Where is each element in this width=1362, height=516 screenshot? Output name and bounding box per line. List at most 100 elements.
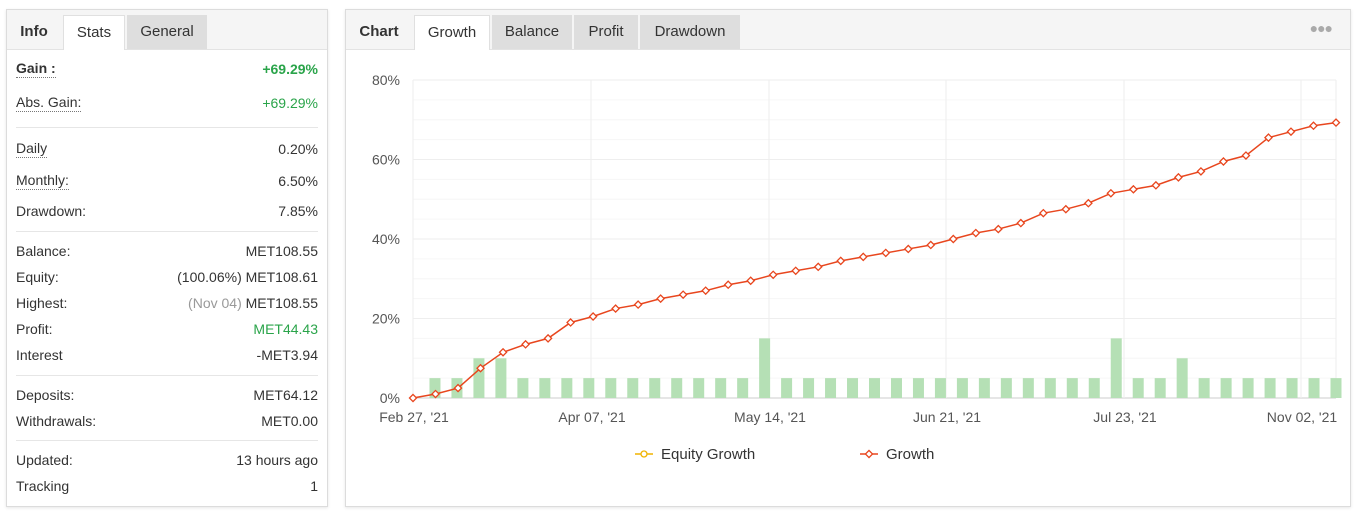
x-tick-label: Nov 02, '21: [1267, 409, 1338, 425]
bar-mark: [1176, 358, 1188, 398]
stat-row-tracking: Tracking 1: [16, 475, 318, 497]
bar-mark: [1000, 378, 1012, 398]
tab-info[interactable]: Info: [7, 15, 61, 49]
bar-mark: [1154, 378, 1166, 398]
bar-mark: [1066, 378, 1078, 398]
equity-value: MET108.61: [245, 269, 318, 285]
bar-mark: [671, 378, 683, 398]
tab-chart[interactable]: Chart: [346, 15, 412, 49]
growth-point: [1128, 184, 1138, 194]
growth-point: [1151, 180, 1161, 190]
legend-equity-swatch-marker: [640, 450, 648, 458]
bar-mark: [869, 378, 880, 398]
bar-mark: [1044, 378, 1056, 398]
equity-note: (100.06%): [177, 269, 242, 285]
bar-mark: [627, 378, 639, 398]
bar-mark: [1088, 378, 1100, 398]
drawdown-label: Drawdown:: [16, 203, 87, 219]
bar-mark: [561, 378, 573, 398]
tab-growth[interactable]: Growth: [414, 15, 490, 50]
bar-mark: [1132, 378, 1144, 398]
highest-label: Highest:: [16, 295, 68, 311]
gain-label[interactable]: Gain :: [16, 60, 56, 78]
growth-point: [408, 393, 418, 403]
abs-gain-label[interactable]: Abs. Gain:: [16, 94, 82, 112]
stat-row-drawdown: Drawdown: 7.85%: [16, 200, 318, 222]
stat-row-gain: Gain : +69.29%: [16, 58, 318, 80]
bar-mark: [847, 378, 859, 398]
drawdown-value: 7.85%: [278, 203, 318, 219]
highest-value-group: (Nov 04) MET108.55: [188, 292, 318, 314]
legend-growth-label: Growth: [886, 446, 934, 463]
profit-value: MET44.43: [253, 321, 318, 337]
tab-general[interactable]: General: [127, 15, 207, 49]
tab-drawdown[interactable]: Drawdown: [640, 15, 740, 49]
tab-balance[interactable]: Balance: [492, 15, 572, 49]
stat-row-abs-gain: Abs. Gain: +69.29%: [16, 92, 318, 114]
growth-point: [813, 262, 823, 272]
interest-label: Interest: [16, 347, 63, 363]
growth-point: [521, 339, 531, 349]
bar-mark: [473, 358, 485, 398]
growth-point: [1106, 188, 1116, 198]
tab-profit[interactable]: Profit: [574, 15, 638, 49]
bar-mark: [693, 378, 705, 398]
growth-point: [1083, 198, 1093, 208]
bar-mark: [759, 338, 771, 398]
bar-mark: [605, 378, 617, 398]
equity-value-group: (100.06%) MET108.61: [177, 266, 318, 288]
tab-stats[interactable]: Stats: [63, 15, 125, 50]
daily-label[interactable]: Daily: [16, 140, 48, 158]
stat-row-equity: Equity: (100.06%) MET108.61: [16, 266, 318, 288]
bar-mark: [715, 378, 727, 398]
divider: [16, 440, 318, 441]
stats-tabbar: Info Stats General: [7, 10, 327, 50]
growth-point: [1038, 208, 1048, 218]
growth-series-line: [412, 121, 1337, 399]
chart-panel: Chart Growth Balance Profit Drawdown ●●●…: [345, 9, 1351, 507]
deposits-value: MET64.12: [253, 387, 318, 403]
bar-mark: [978, 378, 990, 398]
bar-mark: [737, 378, 749, 398]
x-tick-label: Apr 07, '21: [558, 409, 625, 425]
bar-mark: [1198, 378, 1210, 398]
growth-point: [678, 290, 688, 300]
growth-point: [993, 224, 1003, 234]
bar-mark: [1308, 378, 1320, 398]
stat-row-deposits: Deposits: MET64.12: [16, 384, 318, 406]
legend-equity-label: Equity Growth: [661, 446, 755, 463]
growth-point: [1286, 127, 1296, 137]
growth-point: [723, 280, 733, 290]
bar-mark: [1110, 338, 1122, 398]
x-tick-label: Jun 21, '21: [913, 409, 981, 425]
bar-mark: [956, 378, 968, 398]
bar-mark: [1264, 378, 1276, 398]
equity-label: Equity:: [16, 269, 59, 285]
stat-row-interest: Interest -MET3.94: [16, 344, 318, 366]
interest-value: -MET3.94: [256, 347, 318, 363]
growth-point: [881, 248, 891, 258]
profit-label: Profit:: [16, 321, 53, 337]
divider: [16, 231, 318, 232]
gain-value: +69.29%: [262, 61, 318, 77]
stat-row-daily: Daily 0.20%: [16, 138, 318, 160]
growth-point: [1016, 218, 1026, 228]
highest-value: MET108.55: [245, 295, 318, 311]
growth-point: [791, 266, 801, 276]
updated-value: 13 hours ago: [236, 452, 318, 468]
stats-panel: Info Stats General Gain : +69.29% Abs. G…: [6, 9, 328, 507]
bar-mark: [583, 378, 595, 398]
growth-chart: 80% 60% 40% 20% 0% Feb 27, '21 Apr 07, '21 May …: [372, 72, 1342, 463]
bar-mark: [1286, 378, 1298, 398]
more-dots-icon[interactable]: ●●●: [1310, 20, 1333, 36]
balance-label: Balance:: [16, 243, 71, 259]
stat-row-withdrawals: Withdrawals: MET0.00: [16, 410, 318, 432]
bar-mark: [1022, 378, 1034, 398]
y-tick-label: 40%: [372, 231, 400, 247]
abs-gain-value: +69.29%: [262, 95, 318, 111]
bar-mark: [890, 378, 902, 398]
monthly-label[interactable]: Monthly:: [16, 172, 69, 190]
bar-mark: [495, 358, 507, 398]
growth-point: [926, 240, 936, 250]
stat-row-profit: Profit: MET44.43: [16, 318, 318, 340]
